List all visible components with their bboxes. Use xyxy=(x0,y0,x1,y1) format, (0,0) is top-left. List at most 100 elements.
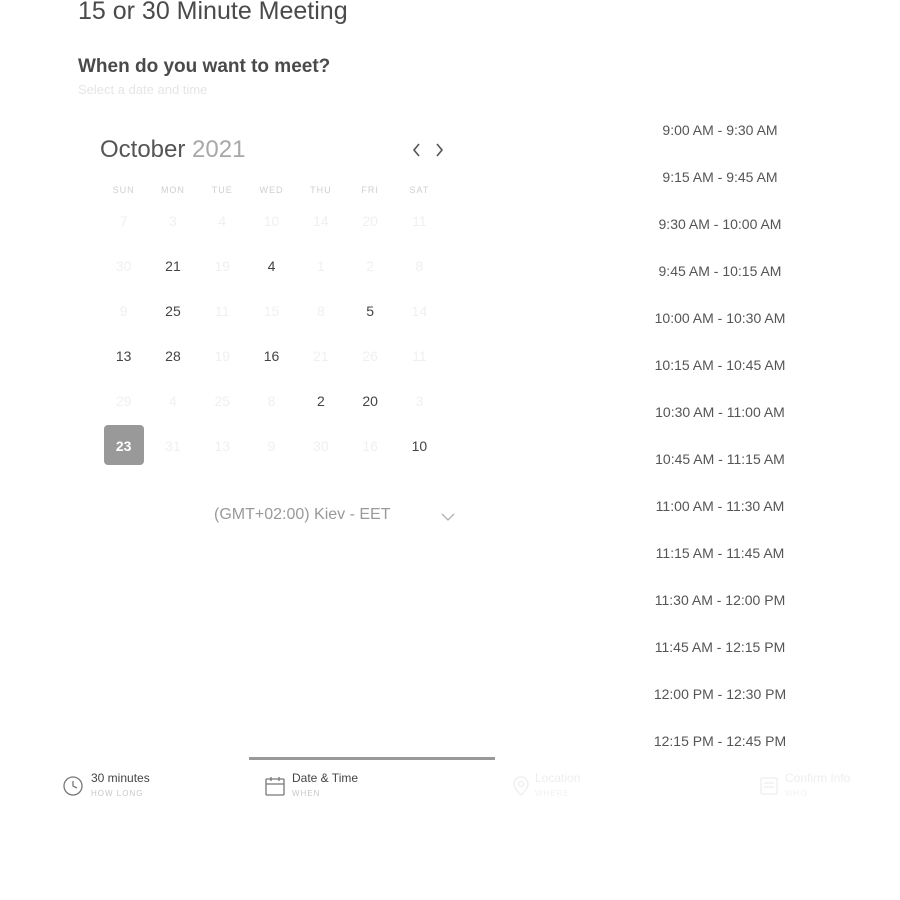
calendar-day: 19 xyxy=(198,243,247,288)
calendar-day-label: 26 xyxy=(362,347,378,364)
chevron-down-icon xyxy=(441,513,455,521)
time-slot-option[interactable]: 9:15 AM - 9:45 AM xyxy=(620,167,820,187)
clock-icon xyxy=(63,776,83,796)
prev-month-button[interactable] xyxy=(407,138,427,162)
time-slot-option[interactable]: 11:00 AM - 11:30 AM xyxy=(620,496,820,516)
calendar-day-label: 9 xyxy=(119,302,128,319)
calendar-day: 11 xyxy=(198,288,247,333)
time-slot-option[interactable]: 11:15 AM - 11:45 AM xyxy=(620,543,820,563)
time-slot-option[interactable]: 11:30 AM - 12:00 PM xyxy=(620,590,820,610)
location-pin-icon xyxy=(513,776,529,796)
calendar-day-selected[interactable]: 23 xyxy=(99,423,148,468)
step-date-time[interactable]: Date & Time WHEN xyxy=(262,757,462,807)
step-label: Date & Time xyxy=(292,771,359,785)
calendar-day: 13 xyxy=(198,423,247,468)
calendar-day: 16 xyxy=(345,423,394,468)
step-sublabel: WHERE xyxy=(535,789,570,798)
calendar-day[interactable]: 20 xyxy=(345,378,394,423)
calendar-day-label: 9 xyxy=(267,437,276,454)
calendar-day: 4 xyxy=(148,378,197,423)
calendar-day-label: 28 xyxy=(165,347,181,364)
calendar-day-label: 5 xyxy=(366,302,375,319)
calendar-day: 25 xyxy=(198,378,247,423)
step-duration[interactable]: 30 minutes HOW LONG xyxy=(60,757,230,807)
timezone-select[interactable]: (GMT+02:00) Kiev - EET xyxy=(214,506,391,524)
calendar-day-label: 15 xyxy=(263,302,280,319)
timezone-dropdown-toggle[interactable] xyxy=(440,506,456,526)
calendar-day-label: 1 xyxy=(316,257,325,274)
calendar-day[interactable]: 28 xyxy=(148,333,197,378)
calendar-icon xyxy=(265,777,285,796)
calendar-day[interactable]: 16 xyxy=(247,333,296,378)
time-slot-option[interactable]: 10:30 AM - 11:00 AM xyxy=(620,402,820,422)
calendar-day-label: 11 xyxy=(412,212,427,229)
step-label: Location xyxy=(535,771,581,785)
time-slot-option[interactable]: 9:30 AM - 10:00 AM xyxy=(620,214,820,234)
form-icon xyxy=(760,777,778,795)
calendar-day-label: 4 xyxy=(169,392,177,409)
calendar-day: 11 xyxy=(395,333,444,378)
calendar-day: 7 xyxy=(99,198,148,243)
calendar-day-label: 8 xyxy=(415,257,424,274)
calendar-day-label: 16 xyxy=(263,347,280,364)
calendar-day-label: 13 xyxy=(214,437,231,454)
year-label: 2021 xyxy=(192,136,246,163)
calendar-day: 30 xyxy=(296,423,345,468)
calendar-day[interactable]: 5 xyxy=(345,288,394,333)
chevron-right-icon xyxy=(436,143,444,157)
calendar-day: 14 xyxy=(296,198,345,243)
calendar-day: 26 xyxy=(345,333,394,378)
step-confirm-info[interactable]: Confirm Info WHO xyxy=(756,757,896,807)
calendar-day-label: 4 xyxy=(218,212,227,229)
calendar-day: 9 xyxy=(99,288,148,333)
calendar-day[interactable]: 2 xyxy=(296,378,345,423)
calendar-day-label: 25 xyxy=(165,302,181,319)
calendar-day-label: 20 xyxy=(362,212,378,229)
next-month-button[interactable] xyxy=(429,138,449,162)
step-location[interactable]: Location WHERE xyxy=(508,757,708,807)
calendar-day: 2 xyxy=(345,243,394,288)
weekday-sun: SUN xyxy=(112,185,135,195)
calendar-day[interactable]: 4 xyxy=(247,243,296,288)
calendar-day-label: 10 xyxy=(263,212,280,229)
time-slot-option[interactable]: 10:45 AM - 11:15 AM xyxy=(620,449,820,469)
time-slot-option[interactable]: 9:45 AM - 10:15 AM xyxy=(620,261,820,281)
calendar-day-label: 11 xyxy=(412,347,427,364)
time-slot-option[interactable]: 10:15 AM - 10:45 AM xyxy=(620,355,820,375)
time-slot-option[interactable]: 12:15 PM - 12:45 PM xyxy=(620,731,820,751)
calendar-day-label: 14 xyxy=(411,302,428,319)
calendar-day[interactable]: 13 xyxy=(99,333,148,378)
chevron-left-icon xyxy=(412,143,420,157)
calendar-day-label: 10 xyxy=(411,437,428,454)
calendar-day[interactable]: 10 xyxy=(395,423,444,468)
time-slot-option[interactable]: 9:00 AM - 9:30 AM xyxy=(620,120,820,140)
calendar-day-label: 16 xyxy=(362,437,378,454)
calendar-day-label: 8 xyxy=(316,302,325,319)
calendar-day-label: 4 xyxy=(267,257,276,274)
calendar-day-label: 14 xyxy=(313,212,329,229)
calendar-day-label: 3 xyxy=(169,212,177,229)
time-slot-option[interactable]: 10:00 AM - 10:30 AM xyxy=(620,308,820,328)
weekday-fri: FRI xyxy=(361,185,379,195)
section-heading: When do you want to meet? xyxy=(78,56,331,77)
step-sublabel: WHEN xyxy=(292,789,321,798)
time-slot-option[interactable]: 11:45 AM - 12:15 PM xyxy=(620,637,820,657)
calendar-day-label: 25 xyxy=(214,392,231,409)
calendar-day[interactable]: 25 xyxy=(148,288,197,333)
time-slot-option[interactable]: 12:00 PM - 12:30 PM xyxy=(620,684,820,704)
weekday-tue: TUE xyxy=(211,185,233,195)
calendar-day: 19 xyxy=(198,333,247,378)
calendar-day: 9 xyxy=(247,423,296,468)
calendar-day-label: 8 xyxy=(267,392,276,409)
calendar-day[interactable]: 21 xyxy=(148,243,197,288)
calendar-day: 14 xyxy=(395,288,444,333)
step-label: Confirm Info xyxy=(785,771,851,785)
page-title: 15 or 30 Minute Meeting xyxy=(78,0,348,25)
calendar-day-label: 19 xyxy=(214,257,231,274)
calendar-day-grid: 7 3 4 10 14 20 11 30 21 19 4 1 2 8 9 25 11 15 8 5 14 13 28 19 16… xyxy=(99,198,444,468)
step-sublabel: HOW LONG xyxy=(91,789,144,798)
month-name: October xyxy=(100,136,186,163)
calendar-day: 4 xyxy=(198,198,247,243)
calendar-day-label: 21 xyxy=(313,347,329,364)
calendar-day: 10 xyxy=(247,198,296,243)
